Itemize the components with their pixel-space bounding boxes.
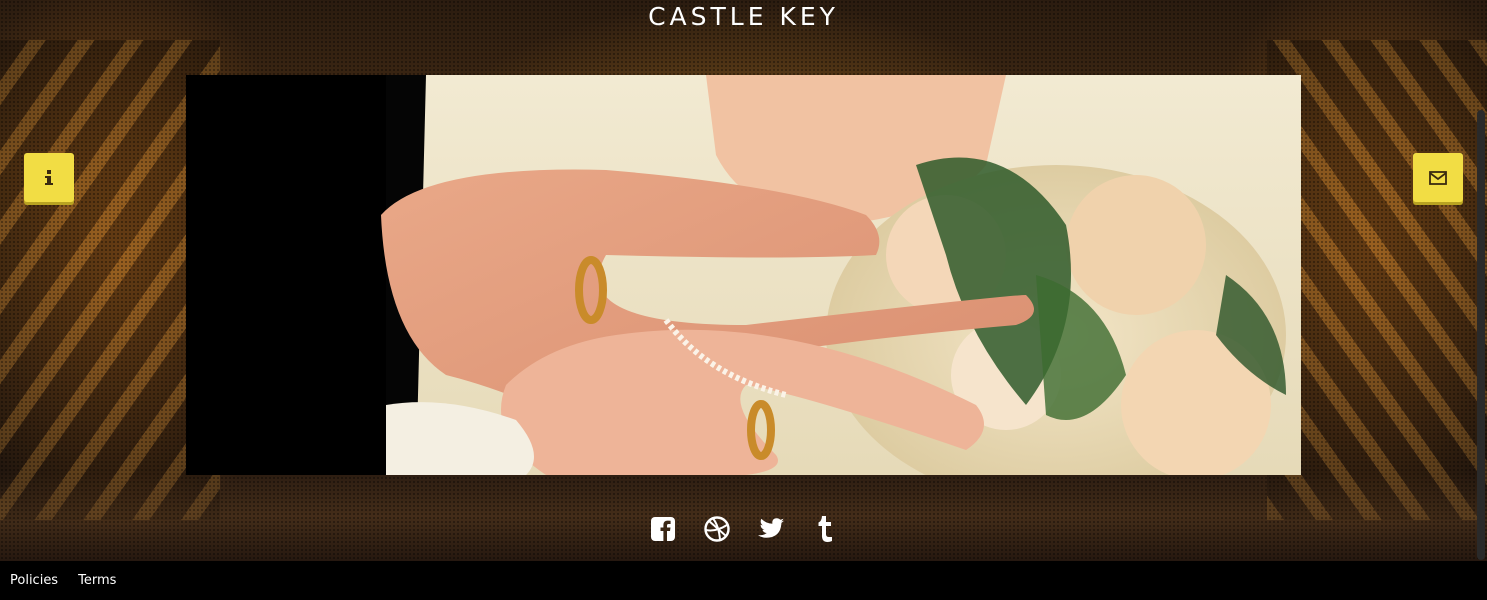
tumblr-icon: [818, 516, 832, 542]
info-button[interactable]: [24, 153, 74, 202]
site-title: CASTLE KEY: [648, 2, 839, 31]
twitter-link[interactable]: [757, 515, 784, 543]
page-scrollbar[interactable]: [1477, 110, 1485, 560]
contact-button[interactable]: [1413, 153, 1463, 202]
info-icon: [45, 169, 53, 185]
wedding-rings-bouquet-photo: [186, 75, 1301, 475]
footer-link-terms[interactable]: Terms: [78, 573, 116, 588]
facebook-icon: [650, 517, 675, 541]
tumblr-link[interactable]: [812, 515, 838, 543]
dribbble-icon: [703, 516, 730, 542]
social-links: [0, 515, 1487, 543]
dribbble-link[interactable]: [703, 515, 730, 543]
footer-link-policies[interactable]: Policies: [10, 573, 58, 588]
footer: Policies Terms: [0, 561, 1487, 600]
envelope-icon: [1429, 170, 1447, 185]
facebook-link[interactable]: [650, 515, 676, 543]
twitter-icon: [757, 518, 784, 538]
hero-image: [186, 75, 1301, 475]
